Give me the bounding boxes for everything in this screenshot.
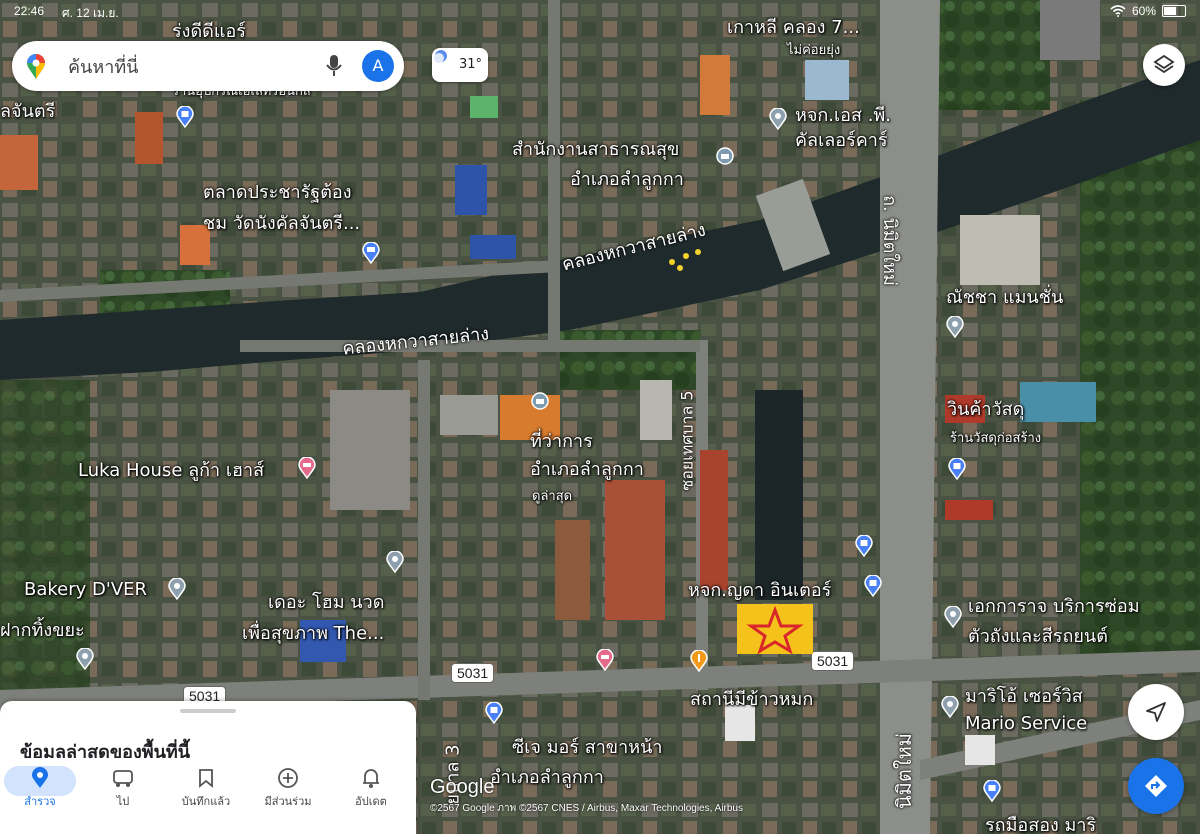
imagery-credit: ©2567 Google ภาพ ©2567 CNES / Airbus, Ma… — [430, 803, 743, 814]
shopping-pin-icon[interactable] — [948, 458, 966, 480]
map-label-cj-2: อำเภอลำลูกกา — [490, 767, 604, 788]
bookmark-icon — [199, 769, 213, 788]
place-pin-icon[interactable] — [946, 316, 964, 338]
nav-label: มีส่วนร่วม — [264, 795, 312, 808]
hotel-pin-icon[interactable] — [596, 649, 614, 671]
map-label-repair-2: ตัวถังและสีรถยนต์ — [968, 626, 1108, 647]
google-logo: Google — [430, 776, 495, 798]
government-pin-icon[interactable] — [716, 147, 734, 169]
layers-button[interactable] — [1143, 44, 1185, 86]
wifi-icon — [1110, 5, 1126, 17]
shopping-pin-icon[interactable] — [864, 575, 882, 597]
map-label-station-rice[interactable]: สถานีมีข้าวหมก — [690, 689, 813, 711]
place-pin-icon[interactable] — [944, 606, 962, 628]
search-input[interactable] — [66, 53, 310, 81]
nav-label: ไป — [116, 795, 130, 808]
road-label-nimit-bottom: นิมิตใหม่ — [891, 733, 916, 809]
navigation-arrow-icon — [1146, 702, 1166, 722]
map-label-chantri[interactable]: ลจันตรี — [0, 101, 55, 123]
map-label-district-office[interactable]: ที่ว่าการ — [530, 431, 593, 453]
map-label-natcha[interactable]: ณัชชา แมนชั่น — [946, 287, 1063, 309]
map-label-second-hand[interactable]: รถมือสอง มาริ — [985, 815, 1096, 834]
bottom-navigation: สำรวจ ไป บันทึกแล้ว มีส่วนร่วม อัปเดต — [0, 758, 416, 834]
map-label-market-2[interactable]: ชม วัดนังคัลจันตรี... — [203, 213, 360, 235]
shopping-pin-icon[interactable] — [176, 106, 194, 128]
map-label-bakery[interactable]: Bakery D'VER — [24, 579, 147, 601]
nav-item-updates[interactable]: อัปเดต — [339, 764, 403, 810]
directions-icon — [1145, 775, 1167, 797]
hotel-pin-icon[interactable] — [298, 457, 316, 479]
map-label-the-home[interactable]: เดอะ โฮม นวด — [268, 592, 384, 614]
nav-item-contribute[interactable]: มีส่วนร่วม — [256, 764, 320, 810]
map-label-hjk-sp[interactable]: หจก.เอส .พี. — [795, 105, 891, 127]
map-label-repair[interactable]: เอกการาจ บริการซ่อม — [968, 596, 1140, 618]
map-label-garbage[interactable]: ฝากทิ้งขยะ — [0, 620, 85, 642]
my-location-button[interactable] — [1128, 684, 1184, 740]
search-bar[interactable]: A — [12, 41, 404, 91]
microphone-icon[interactable] — [326, 54, 342, 78]
weather-cloud-moon-icon — [434, 50, 447, 63]
shopping-pin-icon[interactable] — [855, 535, 873, 557]
map-label-material-shop[interactable]: ร้านวัสดุก่อสร้าง — [950, 431, 1041, 447]
map-label-ringdee[interactable]: ร่งดีดีแอร์ — [172, 21, 246, 43]
map-label-mario[interactable]: มาริโอ้ เซอร์วิส — [965, 686, 1083, 708]
nav-item-explore[interactable]: สำรวจ — [4, 764, 76, 810]
map-label-latest: ดูล่าสุด — [532, 489, 573, 504]
bell-icon — [363, 769, 379, 788]
map-label-win-material[interactable]: วินค้าวัสดุ — [947, 399, 1024, 421]
status-date: ศ. 12 เม.ย. — [62, 6, 119, 20]
temperature: 31° — [459, 57, 483, 72]
map-label-maikoi[interactable]: ไม่ค่อยยุ่ง — [787, 43, 840, 59]
map-label-cj[interactable]: ซีเจ มอร์ สาขาหน้า — [512, 737, 663, 759]
battery-percent: 60% — [1131, 4, 1156, 18]
directions-button[interactable] — [1128, 758, 1184, 814]
account-avatar[interactable]: A — [362, 50, 394, 82]
highlighted-plot-star-icon — [737, 604, 813, 654]
nav-label: อัปเดต — [355, 795, 387, 808]
nav-label: สำรวจ — [24, 795, 56, 808]
map-label-the-home-2: เพื่อสุขภาพ The... — [242, 623, 385, 644]
map-label-health-office-2: อำเภอลำลูกกา — [570, 169, 684, 190]
weather-chip[interactable]: 31° — [432, 48, 488, 82]
google-maps-pin-icon — [27, 54, 45, 79]
nav-label: บันทึกแล้ว — [181, 795, 231, 808]
place-pin-icon[interactable] — [168, 578, 186, 600]
contribute-plus-icon — [278, 768, 298, 788]
map-label-market[interactable]: ตลาดประชารัฐต้อง — [203, 182, 352, 204]
battery-icon — [1162, 5, 1186, 17]
place-pin-icon[interactable] — [76, 648, 94, 670]
shopping-pin-icon[interactable] — [983, 780, 1001, 802]
place-pin-icon[interactable] — [941, 696, 959, 718]
layers-icon — [1153, 54, 1175, 74]
map-label-health-office[interactable]: สำนักงานสาธารณสุข — [512, 139, 679, 161]
route-shield-5031: 5031 — [451, 663, 495, 683]
road-label-soi5: ซอยเทศบาล 5 — [677, 390, 697, 491]
sheet-drag-handle[interactable] — [180, 709, 236, 713]
map-label-district-office-2: อำเภอลำลูกกา — [530, 459, 644, 480]
place-pin-icon[interactable] — [386, 551, 404, 573]
map-label-luka-house[interactable]: Luka House ลูก้า เฮาส์ — [78, 460, 264, 482]
road-label-nimit-top: ถ. นิมิตใหม่ — [878, 195, 900, 286]
map-label-mario-2: Mario Service — [965, 713, 1088, 734]
nav-item-saved[interactable]: บันทึกแล้ว — [174, 764, 238, 810]
route-shield-5031: 5031 — [811, 651, 855, 671]
nav-item-go[interactable]: ไป — [91, 764, 155, 810]
food-pin-icon[interactable] — [690, 650, 708, 672]
status-time: 22:46 — [14, 4, 45, 18]
shopping-cart-pin-icon[interactable] — [362, 242, 380, 264]
commute-icon — [113, 770, 133, 787]
status-bar: 22:46 ศ. 12 เม.ย. 60% — [0, 0, 1200, 22]
map-label-hjk-yada[interactable]: หจก.ญดา อินเตอร์ — [688, 580, 831, 602]
government-pin-icon[interactable] — [531, 392, 549, 414]
map-label-color-car[interactable]: คัลเลอร์คาร์ — [795, 130, 888, 152]
place-pin-icon[interactable] — [769, 108, 787, 130]
shopping-pin-icon[interactable] — [485, 702, 503, 724]
explore-pin-icon — [32, 767, 48, 788]
